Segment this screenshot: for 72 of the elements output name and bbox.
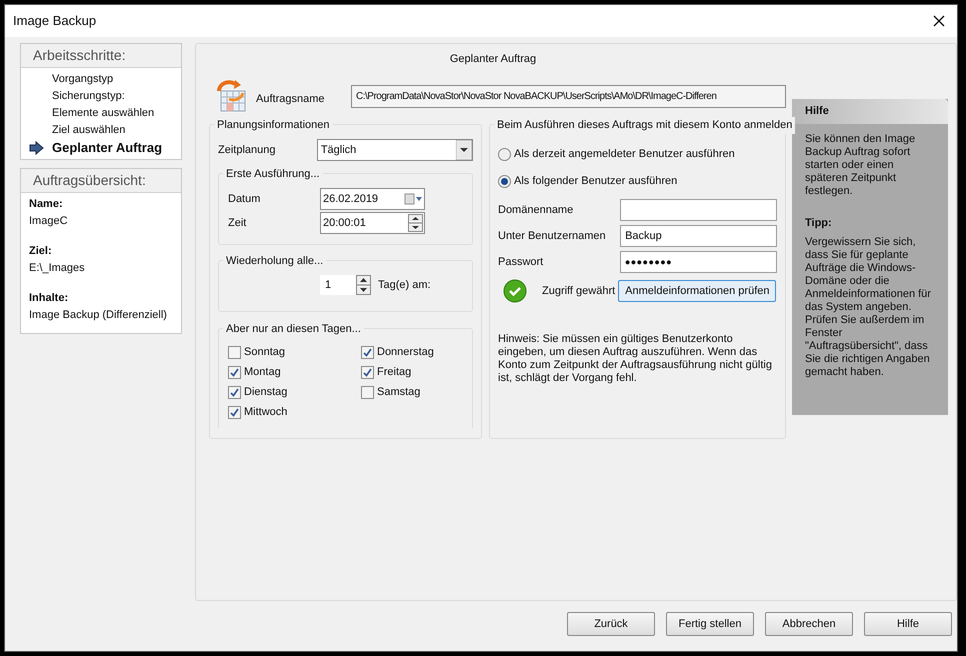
group-title: Erste Ausführung... [223, 166, 323, 182]
dialog-button[interactable]: Zurück [567, 612, 655, 636]
step-item[interactable]: Elemente auswählen [52, 105, 154, 122]
step-item[interactable]: Sicherungstyp: [52, 88, 125, 105]
summary-label: Ziel: [29, 244, 53, 259]
dropdown-arrow-icon [456, 140, 472, 160]
field-label: Zeit [228, 216, 248, 231]
panel-heading: Auftragsübersicht: [33, 171, 146, 190]
group-title: Planungsinformationen [214, 117, 333, 134]
spinner-icon [356, 275, 371, 295]
group-title: Beim Ausführen dieses Auftrags mit diesem Konto anmelden [494, 117, 796, 134]
checkbox-label: Samstag [377, 385, 420, 400]
checkbox-label: Donnerstag [377, 345, 434, 360]
input-field[interactable] [620, 199, 777, 221]
schedule-dropdown[interactable]: Täglich [316, 139, 473, 161]
job-name-field[interactable]: C:\ProgramData\NovaStor\NovaStor NovaBACKUP\UserScripts\AMo\DR\ImageC-Differen [351, 84, 786, 108]
repeat-field[interactable]: 1 [320, 275, 371, 295]
check-credentials-button[interactable]: Anmeldeinformationen prüfen [618, 280, 776, 302]
calendar-refresh-icon [215, 79, 247, 113]
field-label: Passwort [498, 254, 544, 270]
job-name-label: Auftragsname [256, 92, 326, 107]
checkbox[interactable] [361, 386, 374, 399]
help-title: Hilfe [805, 104, 829, 120]
checkbox-label: Montag [244, 365, 281, 380]
checkbox[interactable] [228, 346, 241, 359]
checkbox-label: Dienstag [244, 385, 288, 400]
checkbox-label: Sonntag [244, 345, 285, 360]
dialog-button[interactable]: Hilfe [864, 612, 952, 636]
status-text: Zugriff gewährt [542, 284, 616, 299]
group-title: Aber nur an diesen Tagen... [223, 321, 364, 338]
checkmark-icon [503, 279, 527, 303]
step-item[interactable]: Vorgangstyp [52, 71, 114, 88]
help-text: Sie können den Image Backup Auftrag sofort starten oder einen späteren Zeitpunkt festlegen. [804, 133, 916, 198]
checkbox[interactable] [228, 366, 241, 379]
window-title: Image Backup [13, 12, 96, 30]
checkbox[interactable] [228, 406, 241, 419]
field-label: Unter Benutzernamen [498, 228, 607, 244]
field-label: Zeitplanung [218, 142, 276, 158]
dialog-button[interactable]: Abbrechen [765, 612, 853, 636]
dialog-button[interactable]: Fertig stellen [666, 612, 754, 636]
checkbox[interactable] [228, 386, 241, 399]
checkbox[interactable] [361, 346, 374, 359]
spinner-icon [408, 214, 423, 232]
group-title: Wiederholung alle... [223, 253, 326, 270]
calendar-icon [404, 193, 424, 205]
radio-label: Als derzeit angemeldeter Benutzer ausführen [514, 146, 735, 162]
note-text: Hinweis: Sie müssen ein gültiges Benutzerkonto eingeben, um diesen Auftrag auszuführen. Wenn das Konto zum Zeitpunkt der Auftragsausführung nicht gültig ist, schlägt der Vorgang fehl. [498, 333, 773, 385]
radio-button[interactable] [498, 148, 511, 160]
step-item[interactable]: Ziel auswählen [52, 122, 126, 139]
page-title: Geplanter Auftrag [450, 52, 536, 67]
summary-label: Name: [29, 197, 64, 212]
checkbox-label: Mittwoch [244, 405, 288, 420]
checkbox[interactable] [361, 366, 374, 379]
tip-text: Vergewissern Sie sich, dass Sie für geplante Aufträge die Windows-Domäne oder die Anmeldeinformationen für das System angeben. Prüfen Sie außerdem im Fenster "Auftragsübersicht", dass Sie die richtigen Angaben gemacht haben. [804, 236, 932, 378]
tip-title: Tipp: [804, 216, 833, 231]
time-field[interactable]: 20:00:01 [320, 212, 425, 234]
step-item[interactable]: Geplanter Auftrag [52, 138, 162, 158]
field-label: Datum [228, 192, 262, 207]
input-field[interactable]: Backup [620, 225, 777, 247]
field-label: Domänenname [498, 202, 574, 218]
checkbox-label: Freitag [377, 365, 412, 380]
close-icon [933, 15, 945, 27]
summary-value: Image Backup (Differenziell) [29, 308, 168, 323]
radio-button[interactable] [498, 174, 511, 188]
date-field[interactable]: 26.02.2019 [320, 188, 425, 210]
repeat-unit: Tag(e) am: [378, 278, 431, 293]
summary-value: E:\_Images [29, 261, 86, 276]
summary-value: ImageC [29, 214, 69, 229]
summary-label: Inhalte: [29, 291, 70, 306]
radio-label: Als folgender Benutzer ausführen [514, 174, 678, 189]
password-field[interactable]: •••••••• [620, 251, 777, 273]
panel-heading: Arbeitsschritte: [33, 46, 126, 65]
